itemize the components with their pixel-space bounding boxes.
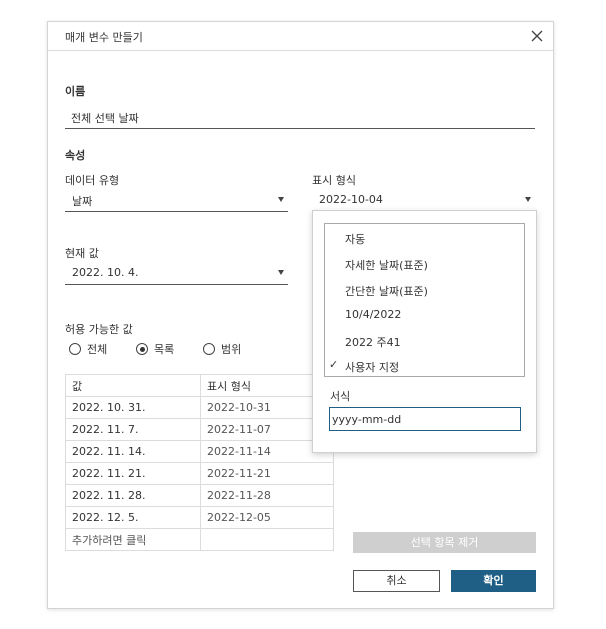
format-input[interactable] (329, 407, 521, 431)
cell-value[interactable]: 2022. 11. 21. (65, 462, 201, 485)
add-row-empty-cell[interactable] (200, 528, 334, 551)
format-option-numeric-date[interactable]: 10/4/2022 (345, 308, 401, 321)
checkmark-icon: ✓ (329, 358, 339, 371)
format-option-custom[interactable]: 사용자 지정 (345, 359, 399, 375)
close-icon[interactable] (527, 26, 547, 46)
cell-value[interactable]: 2022. 10. 31. (65, 396, 201, 419)
add-row-cell[interactable]: 추가하려면 클릭 (65, 528, 201, 551)
data-type-dropdown[interactable]: 날짜 (65, 189, 288, 212)
create-parameter-dialog: 매개 변수 만들기 이름 전체 선택 날짜 속성 데이터 유형 날짜 표시 형식… (47, 21, 554, 609)
current-value: 2022. 10. 4. (72, 266, 139, 279)
cell-value[interactable]: 2022. 11. 14. (65, 440, 201, 463)
properties-label: 속성 (65, 149, 86, 162)
add-row[interactable]: 추가하려면 클릭 (65, 528, 334, 551)
display-format-label: 표시 형식 (312, 174, 356, 187)
name-label: 이름 (65, 85, 86, 98)
table-row[interactable]: 2022. 11. 14. 2022-11-14 (65, 440, 334, 463)
table-row[interactable]: 2022. 11. 7. 2022-11-07 (65, 418, 334, 441)
column-header-value: 값 (65, 374, 201, 397)
format-option-long-date[interactable]: 자세한 날짜(표준) (345, 257, 428, 273)
remove-selected-button[interactable]: 선택 항목 제거 (353, 532, 536, 553)
format-label: 서식 (330, 390, 351, 403)
display-format-popup: 자동 자세한 날짜(표준) 간단한 날짜(표준) 10/4/2022 2022 … (312, 210, 537, 453)
radio-range[interactable]: 범위 (203, 341, 241, 357)
table-row[interactable]: 2022. 11. 28. 2022-11-28 (65, 484, 334, 507)
dialog-title: 매개 변수 만들기 (65, 31, 143, 44)
chevron-down-icon (278, 270, 284, 275)
cell-display-format[interactable]: 2022-12-05 (200, 506, 334, 529)
format-option-list: 자동 자세한 날짜(표준) 간단한 날짜(표준) 10/4/2022 2022 … (324, 223, 525, 377)
display-format-dropdown[interactable]: 2022-10-04 (312, 189, 535, 211)
radio-all-circle (69, 343, 81, 355)
cell-value[interactable]: 2022. 11. 7. (65, 418, 201, 441)
cell-value[interactable]: 2022. 12. 5. (65, 506, 201, 529)
radio-all-label: 전체 (87, 343, 108, 356)
radio-range-label: 범위 (221, 343, 242, 356)
radio-list[interactable]: 목록 (136, 341, 174, 357)
allowed-values-label: 허용 가능한 값 (65, 323, 133, 336)
cell-display-format[interactable]: 2022-11-21 (200, 462, 334, 485)
name-value: 전체 선택 날짜 (71, 112, 139, 125)
table-header: 값 표시 형식 (65, 374, 334, 397)
table-row[interactable]: 2022. 10. 31. 2022-10-31 (65, 396, 334, 419)
allowed-values-table: 값 표시 형식 2022. 10. 31. 2022-10-31 2022. 1… (65, 374, 334, 551)
table-row[interactable]: 2022. 11. 21. 2022-11-21 (65, 462, 334, 485)
radio-all[interactable]: 전체 (69, 341, 107, 357)
data-type-value: 날짜 (72, 195, 93, 208)
format-option-week[interactable]: 2022 주41 (345, 334, 401, 350)
dialog-titlebar: 매개 변수 만들기 (48, 22, 553, 51)
radio-list-label: 목록 (154, 343, 175, 356)
cell-display-format[interactable]: 2022-11-28 (200, 484, 334, 507)
radio-list-circle (136, 343, 148, 355)
chevron-down-icon (525, 197, 531, 202)
chevron-down-icon (278, 197, 284, 202)
format-option-short-date[interactable]: 간단한 날짜(표준) (345, 283, 428, 299)
current-value-dropdown[interactable]: 2022. 10. 4. (65, 262, 288, 285)
ok-button[interactable]: 확인 (451, 570, 536, 592)
data-type-label: 데이터 유형 (65, 174, 120, 187)
current-value-label: 현재 값 (65, 247, 99, 260)
radio-range-circle (203, 343, 215, 355)
cell-value[interactable]: 2022. 11. 28. (65, 484, 201, 507)
format-option-auto[interactable]: 자동 (345, 231, 365, 247)
name-input[interactable]: 전체 선택 날짜 (65, 106, 535, 129)
cancel-button[interactable]: 취소 (353, 570, 440, 592)
display-format-value: 2022-10-04 (319, 193, 383, 206)
table-row[interactable]: 2022. 12. 5. 2022-12-05 (65, 506, 334, 529)
